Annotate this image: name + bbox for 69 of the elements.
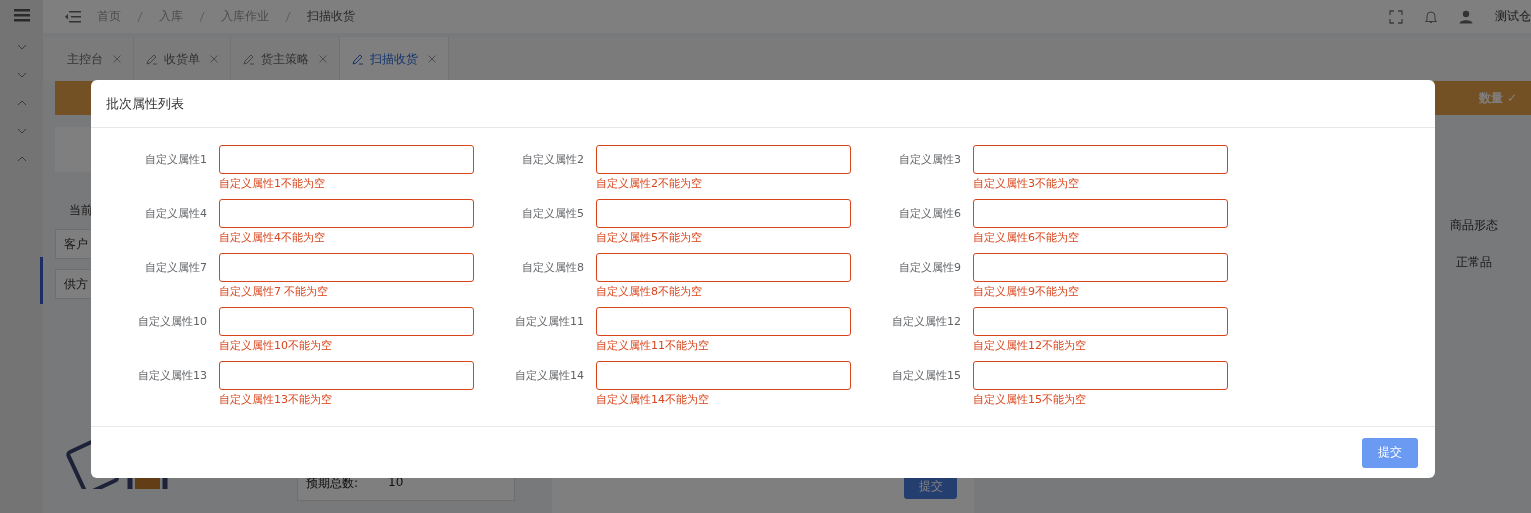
tab[interactable]: 扫描收货 [340,37,449,81]
input-field[interactable] [973,361,1228,390]
fullscreen-icon[interactable] [1389,9,1403,24]
input-field[interactable] [219,145,474,174]
field-label: 自定义属性11 [514,314,584,329]
section-label: 当前 [69,202,93,219]
input-field[interactable] [973,307,1228,336]
input-field[interactable] [596,361,851,390]
field-label: 自定义属性1 [144,152,207,167]
breadcrumb-item: 扫描收货 [307,8,355,25]
error-message: 自定义属性13不能为空 [219,392,333,408]
user-icon[interactable] [1459,9,1473,24]
menu-icon[interactable] [13,8,30,22]
column-header: 商品形态 [1450,217,1498,234]
separator-icon [137,10,143,23]
field-label: 自定义属性8 [521,260,584,275]
separator-icon [199,10,205,23]
chevron-down-icon[interactable] [16,72,27,78]
field-label: 自定义属性4 [144,206,207,221]
field-label: 自定义属性6 [898,206,961,221]
input-field[interactable] [596,307,851,336]
error-message: 自定义属性9不能为空 [973,284,1080,300]
field-label: 自定义属性9 [898,260,961,275]
input-field[interactable] [596,199,851,228]
input-field[interactable] [973,253,1228,282]
user-name[interactable]: 测试仓 [1495,8,1531,25]
field-label: 自定义属性13 [137,368,207,383]
error-message: 自定义属性15不能为空 [973,392,1087,408]
field-label: 自定义属性7 [144,260,207,275]
error-message: 自定义属性1不能为空 [219,176,326,192]
error-message: 自定义属性4不能为空 [219,230,326,246]
field-label: 自定义属性3 [898,152,961,167]
input-field[interactable] [219,199,474,228]
error-message: 自定义属性2不能为空 [596,176,703,192]
field-label: 自定义属性15 [891,368,961,383]
submit-button[interactable]: 提交 [1362,437,1418,468]
chevron-down-icon[interactable] [16,128,27,134]
menu-fold-icon[interactable] [65,10,81,23]
field-label: 预期总数: [306,475,359,492]
input-field[interactable] [596,145,851,174]
error-message: 自定义属性6不能为空 [973,230,1080,246]
separator-icon [285,10,291,23]
step-label: 数量 ✓ [1478,89,1517,107]
input-field[interactable] [219,253,474,282]
error-message: 自定义属性7 不能为空 [219,284,330,300]
error-message: 自定义属性5不能为空 [596,230,703,246]
input-field[interactable] [973,145,1228,174]
chevron-up-icon[interactable] [16,156,27,162]
chevron-down-icon[interactable] [16,44,27,50]
error-message: 自定义属性14不能为空 [596,392,710,408]
dialog-title: 批次属性列表 [91,80,1435,128]
input-field[interactable] [219,307,474,336]
field-label: 自定义属性10 [137,314,207,329]
error-message: 自定义属性10不能为空 [219,338,333,354]
input-field[interactable] [219,361,474,390]
error-message: 自定义属性11不能为空 [596,338,710,354]
close-icon[interactable] [428,55,436,63]
bell-icon[interactable] [1425,9,1437,24]
chevron-up-icon[interactable] [16,100,27,106]
input-field[interactable] [973,199,1228,228]
error-message: 自定义属性8不能为空 [596,284,703,300]
error-message: 自定义属性3不能为空 [973,176,1080,192]
field-label: 自定义属性5 [521,206,584,221]
field-label: 自定义属性14 [514,368,584,383]
input-field[interactable] [596,253,851,282]
field-label: 自定义属性2 [521,152,584,167]
field-label: 自定义属性12 [891,314,961,329]
table-cell: 正常品 [1456,254,1492,271]
error-message: 自定义属性12不能为空 [973,338,1087,354]
